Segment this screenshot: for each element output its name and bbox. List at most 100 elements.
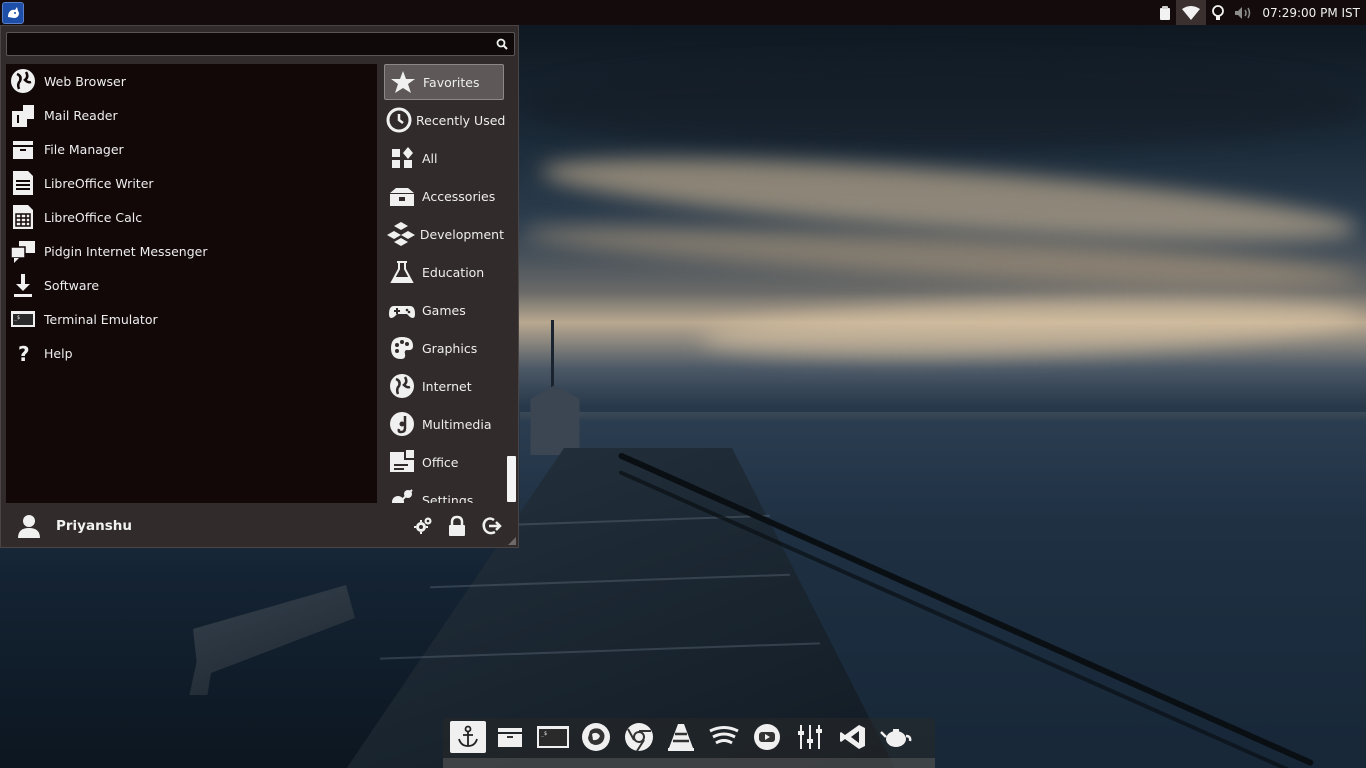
app-pidgin[interactable]: Pidgin Internet Messenger — [6, 234, 377, 268]
system-tray: 07:29:00 PM IST — [1154, 0, 1366, 25]
category-favorites[interactable]: Favorites — [384, 64, 504, 100]
chrome-icon — [625, 723, 653, 752]
vscode-icon — [840, 725, 865, 749]
palette-icon — [386, 332, 418, 364]
category-scrollbar[interactable] — [507, 64, 517, 503]
clock[interactable]: 07:29:00 PM IST — [1258, 6, 1366, 20]
question-icon: ? — [8, 338, 38, 368]
app-libreoffice-writer[interactable]: LibreOffice Writer — [6, 166, 377, 200]
category-label: Internet — [422, 378, 472, 394]
category-development[interactable]: Development — [384, 216, 504, 252]
dock-item-vlc[interactable] — [663, 721, 699, 753]
dock: _$ — [443, 718, 935, 768]
dock-item-spotify[interactable] — [706, 721, 742, 753]
dock-item-chrome[interactable] — [621, 721, 657, 753]
avatar — [14, 511, 44, 541]
clock-icon — [386, 104, 412, 136]
spreadsheet-icon — [8, 202, 38, 232]
dock-item-terminal[interactable]: _$ — [535, 721, 571, 753]
category-education[interactable]: Education — [384, 254, 504, 290]
category-label: Accessories — [422, 188, 496, 204]
fav-label: File Manager — [44, 141, 124, 157]
globe-icon — [386, 370, 418, 402]
terminal-icon: _$ — [8, 304, 38, 334]
gamepad-icon — [386, 294, 418, 326]
search-input[interactable] — [11, 35, 495, 55]
category-label: Development — [419, 226, 504, 242]
chat-bubbles-icon — [8, 236, 38, 266]
category-label: Recently Used — [416, 112, 506, 128]
fav-label: LibreOffice Calc — [44, 209, 143, 225]
clipboard-icon[interactable] — [1154, 0, 1176, 25]
vlc-icon — [668, 724, 694, 751]
download-icon — [8, 270, 38, 300]
dock-item-vscode[interactable] — [835, 721, 871, 753]
fav-label: Help — [44, 345, 73, 361]
firefox-icon — [582, 723, 610, 751]
pie-chart-icon — [386, 446, 418, 478]
category-label: Graphics — [422, 340, 478, 356]
writer-document-icon — [8, 168, 38, 198]
category-office[interactable]: Office — [384, 444, 504, 480]
whisker-menu: Web Browser Mail Reader File Manager Lib… — [0, 25, 519, 548]
category-multimedia[interactable]: Multimedia — [384, 406, 504, 442]
toolbox-icon — [386, 180, 418, 212]
category-label: Settings — [422, 492, 474, 504]
category-label: Office — [422, 454, 459, 470]
svg-text:?: ? — [18, 342, 30, 366]
svg-text:_$: _$ — [541, 731, 547, 737]
settings-manager-button[interactable] — [409, 512, 437, 540]
terminal-icon: _$ — [537, 726, 569, 748]
resize-grip[interactable] — [508, 537, 516, 545]
mailbox-icon — [8, 100, 38, 130]
whisker-menu-button[interactable] — [2, 1, 24, 24]
category-label: Favorites — [423, 74, 480, 90]
category-list: Favorites Recently Used All Accessories … — [381, 64, 507, 503]
settings-gears-icon — [386, 484, 418, 503]
youtube-icon — [754, 724, 780, 750]
category-label: Games — [422, 302, 466, 318]
star-icon — [387, 66, 419, 98]
search-box[interactable] — [6, 32, 515, 56]
dock-item-firefox[interactable] — [578, 721, 614, 753]
settings-gears-icon — [414, 517, 432, 534]
user-icon — [18, 515, 40, 538]
lightbulb-icon[interactable] — [1206, 0, 1230, 25]
music-disc-icon — [386, 408, 418, 440]
dock-item-teapot[interactable] — [878, 721, 914, 753]
search-icon[interactable] — [495, 37, 509, 51]
scrollbar-thumb[interactable] — [507, 456, 516, 502]
app-help[interactable]: ? Help — [6, 336, 377, 370]
category-all[interactable]: All — [384, 140, 504, 176]
category-label: Education — [422, 264, 485, 280]
fav-label: Software — [44, 277, 100, 293]
app-file-manager[interactable]: File Manager — [6, 132, 377, 166]
category-internet[interactable]: Internet — [384, 368, 504, 404]
category-accessories[interactable]: Accessories — [384, 178, 504, 214]
category-games[interactable]: Games — [384, 292, 504, 328]
app-mail-reader[interactable]: Mail Reader — [6, 98, 377, 132]
dock-item-files[interactable] — [492, 721, 528, 753]
category-settings[interactable]: Settings — [384, 482, 504, 503]
app-web-browser[interactable]: Web Browser — [6, 64, 377, 98]
anchor-icon — [458, 725, 478, 747]
username: Priyanshu — [56, 518, 132, 534]
menu-footer: Priyanshu — [6, 508, 515, 544]
wifi-icon[interactable] — [1176, 0, 1207, 25]
log-out-button[interactable] — [477, 512, 505, 540]
category-graphics[interactable]: Graphics — [384, 330, 504, 366]
category-label: All — [422, 150, 438, 166]
fav-label: Terminal Emulator — [44, 311, 158, 327]
app-software[interactable]: Software — [6, 268, 377, 302]
dock-item-anchor[interactable] — [450, 721, 486, 753]
files-icon — [498, 728, 522, 747]
lock-screen-button[interactable] — [443, 512, 471, 540]
dock-item-youtube[interactable] — [749, 721, 785, 753]
volume-icon[interactable] — [1230, 0, 1258, 25]
globe-icon — [8, 66, 38, 96]
dock-item-mixer[interactable] — [792, 721, 828, 753]
app-terminal-emulator[interactable]: _$ Terminal Emulator — [6, 302, 377, 336]
fav-label: Mail Reader — [44, 107, 118, 123]
category-recently-used[interactable]: Recently Used — [384, 102, 506, 138]
app-libreoffice-calc[interactable]: LibreOffice Calc — [6, 200, 377, 234]
